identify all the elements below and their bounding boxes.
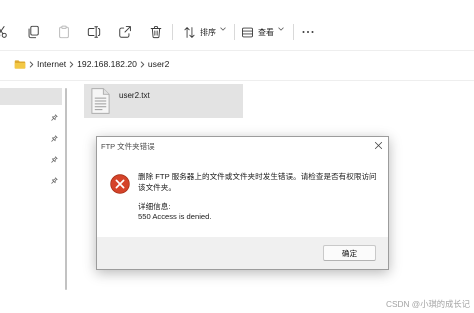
command-bar-divider	[0, 50, 474, 51]
breadcrumb-user2[interactable]: user2	[148, 58, 170, 71]
paste-icon	[57, 25, 71, 39]
toolbar-separator	[234, 24, 235, 40]
error-message-line-2: 该文件夹。	[138, 183, 176, 192]
address-bar[interactable]: Internet 192.168.182.20 user2	[14, 58, 169, 71]
toolbar-separator	[293, 24, 294, 40]
toolbar-separator	[172, 24, 173, 40]
view-icon	[241, 26, 254, 39]
nav-pane-scrollbar[interactable]	[65, 88, 67, 290]
share-icon	[118, 25, 132, 39]
chevron-down-icon	[278, 26, 291, 39]
trash-icon	[149, 25, 163, 39]
dialog-title: FTP 文件夹错误	[101, 142, 155, 151]
pin-icon	[50, 177, 58, 185]
more-button[interactable]	[302, 30, 314, 34]
sort-icon	[183, 26, 196, 39]
file-item[interactable]: user2.txt	[84, 84, 243, 118]
details-label: 详细信息:	[138, 202, 171, 211]
chevron-right-icon[interactable]	[140, 61, 145, 68]
ok-button[interactable]: 确定	[323, 245, 376, 261]
details-text: 550 Access is denied.	[138, 212, 212, 221]
delete-button[interactable]	[149, 25, 163, 39]
copy-icon	[26, 25, 40, 39]
nav-item-selected[interactable]	[0, 88, 62, 105]
chevron-right-icon[interactable]	[69, 61, 74, 68]
file-name: user2.txt	[119, 91, 150, 100]
pin-icon	[50, 114, 58, 122]
rename-button[interactable]	[87, 25, 101, 39]
share-button[interactable]	[118, 25, 132, 39]
watermark: CSDN @小琪的成长记	[385, 299, 470, 309]
chevron-down-icon	[220, 26, 233, 39]
dialog-close-button[interactable]	[374, 141, 383, 150]
paste-button[interactable]	[57, 25, 71, 39]
folder-icon	[14, 59, 26, 70]
more-icon	[302, 30, 314, 34]
rename-icon	[87, 25, 101, 39]
chevron-right-icon[interactable]	[29, 61, 34, 68]
pin-icon	[50, 135, 58, 143]
error-icon	[110, 174, 130, 194]
dialog-footer: 确定	[97, 237, 388, 269]
scissors-icon	[0, 25, 8, 39]
pin-icon	[50, 156, 58, 164]
text-file-icon	[90, 87, 111, 115]
breadcrumb-internet[interactable]: Internet	[37, 58, 66, 71]
breadcrumb-server[interactable]: 192.168.182.20	[77, 58, 137, 71]
view-button[interactable]: 查看	[241, 24, 291, 40]
sort-label: 排序	[200, 27, 216, 37]
copy-button[interactable]	[26, 25, 40, 39]
ftp-error-dialog: FTP 文件夹错误 删除 FTP 服务器上的文件或文件夹时发生错误。请检查是否有…	[96, 136, 389, 270]
sort-button[interactable]: 排序	[183, 24, 233, 40]
address-bar-divider	[0, 80, 474, 81]
view-label: 查看	[258, 27, 274, 37]
cut-button[interactable]	[0, 25, 8, 39]
error-message-line-1: 删除 FTP 服务器上的文件或文件夹时发生错误。请检查是否有权限访问	[138, 172, 377, 181]
close-icon	[374, 141, 383, 150]
